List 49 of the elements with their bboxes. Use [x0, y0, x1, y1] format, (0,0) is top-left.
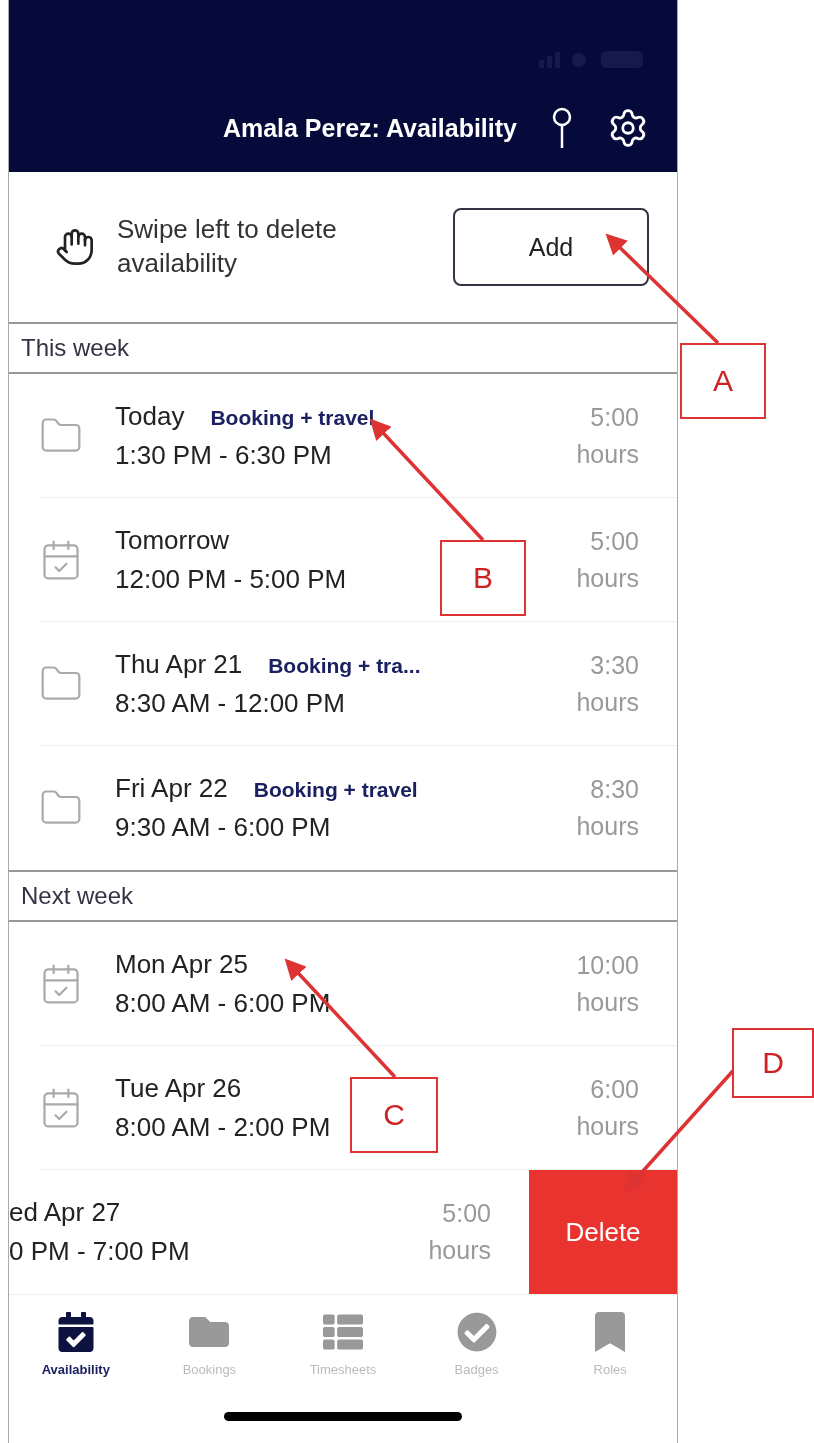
day-label: Tomorrow	[115, 524, 230, 556]
duration: 5:00	[590, 526, 639, 556]
nav-tab[interactable]: Badges	[416, 1311, 537, 1378]
swipe-hint: Swipe left to delete availability	[117, 213, 338, 280]
duration-unit: hours	[576, 687, 639, 717]
callout-label: A	[680, 343, 766, 419]
time-range: 12:00 PM - 5:00 PM	[115, 563, 347, 595]
nav-tab[interactable]: Availability	[15, 1311, 136, 1378]
delete-button[interactable]: Delete	[529, 1170, 677, 1294]
duration-unit: hours	[576, 987, 639, 1017]
time-range: 8:30 AM - 12:00 PM	[115, 687, 345, 719]
pin-icon[interactable]	[551, 106, 573, 150]
time-range: 8:00 AM - 2:00 PM	[115, 1111, 331, 1143]
time-range: 0 PM - 7:00 PM	[9, 1236, 190, 1267]
nav-tab[interactable]: Timesheets	[283, 1311, 403, 1378]
booking-tag: Booking + tra...	[268, 653, 421, 678]
duration-unit: hours	[576, 1111, 639, 1141]
screen-title: Amala Perez: Availability	[222, 113, 517, 143]
duration-unit: hours	[576, 563, 639, 593]
callout-label: B	[440, 540, 526, 616]
day-label: Tue Apr 26	[115, 1072, 242, 1104]
booking-tag: Booking + travel	[253, 778, 418, 802]
booking-tag: Booking + travel	[210, 405, 375, 430]
callout-label: D	[732, 1028, 814, 1098]
duration: 6:00	[590, 1074, 639, 1104]
add-button[interactable]: Add	[453, 208, 649, 286]
swipe-hand-icon	[55, 227, 95, 267]
day-label: Thu Apr 21	[115, 648, 243, 680]
nav-tab[interactable]: Roles	[550, 1311, 671, 1378]
time-range: 9:30 AM - 6:00 PM	[115, 812, 331, 843]
duration-unit: hours	[576, 439, 639, 469]
section-header: This week	[9, 322, 677, 374]
section-header: Next week	[9, 870, 677, 922]
duration-unit: hours	[576, 812, 639, 841]
time-range: 8:00 AM - 6:00 PM	[115, 987, 331, 1019]
callout-label: C	[350, 1077, 438, 1153]
nav-tab[interactable]: Bookings	[149, 1311, 270, 1378]
list-icon	[323, 1312, 363, 1352]
duration: 3:30	[590, 650, 639, 680]
day-label: Fri Apr 22	[115, 773, 228, 804]
day-label: ed Apr 27	[9, 1197, 122, 1228]
time-range: 1:30 PM - 6:30 PM	[115, 439, 332, 471]
duration: 5:00	[590, 402, 639, 432]
day-label: Today	[115, 400, 185, 432]
duration-unit: hours	[428, 1236, 491, 1265]
duration: 8:30	[590, 775, 639, 804]
day-label: Mon Apr 25	[115, 948, 248, 980]
duration: 10:00	[576, 950, 639, 980]
duration: 5:00	[442, 1199, 491, 1228]
